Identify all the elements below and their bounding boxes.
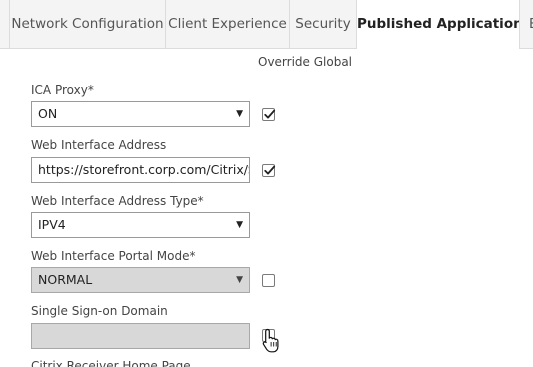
hand-pointer-icon <box>262 328 280 358</box>
check-icon <box>264 109 276 119</box>
chevron-down-icon: ▼ <box>236 275 243 285</box>
chevron-down-icon: ▼ <box>236 109 243 119</box>
chevron-down-icon: ▼ <box>236 220 243 230</box>
web-interface-portal-mode-override-checkbox[interactable] <box>262 274 275 287</box>
tab-overflow[interactable]: E <box>520 0 533 48</box>
web-interface-address-type-value: IPV4 <box>38 217 66 232</box>
web-interface-address-type-label: Web Interface Address Type* <box>31 194 204 208</box>
tab-client-experience[interactable]: Client Experience <box>166 0 290 48</box>
web-interface-address-label: Web Interface Address <box>31 138 167 152</box>
single-sign-on-domain-input[interactable] <box>31 323 250 349</box>
tab-bar: Network Configuration Client Experience … <box>0 0 533 49</box>
tab-security[interactable]: Security <box>290 0 357 48</box>
ica-proxy-override-checkbox[interactable] <box>262 108 276 121</box>
netscaler-session-profile-page: Network Configuration Client Experience … <box>0 0 533 367</box>
single-sign-on-domain-label: Single Sign-on Domain <box>31 304 168 318</box>
citrix-receiver-home-page-label: Citrix Receiver Home Page <box>31 359 191 367</box>
web-interface-address-value: https://storefront.corp.com/Citrix/St <box>38 162 250 177</box>
check-icon <box>264 165 276 175</box>
web-interface-portal-mode-label: Web Interface Portal Mode* <box>31 249 196 263</box>
web-interface-portal-mode-select[interactable]: NORMAL ▼ <box>31 267 250 293</box>
override-global-header: Override Global <box>258 55 353 69</box>
ica-proxy-label: ICA Proxy* <box>31 83 94 97</box>
web-interface-address-type-select[interactable]: IPV4 ▼ <box>31 212 250 238</box>
tab-published-applications[interactable]: Published Applications <box>357 0 520 49</box>
web-interface-portal-mode-value: NORMAL <box>38 272 93 287</box>
ica-proxy-value: ON <box>38 106 58 121</box>
ica-proxy-select[interactable]: ON ▼ <box>31 101 250 127</box>
web-interface-address-input[interactable]: https://storefront.corp.com/Citrix/St <box>31 157 250 183</box>
web-interface-address-override-checkbox[interactable] <box>262 164 276 177</box>
tab-network-configuration[interactable]: Network Configuration <box>9 0 166 48</box>
